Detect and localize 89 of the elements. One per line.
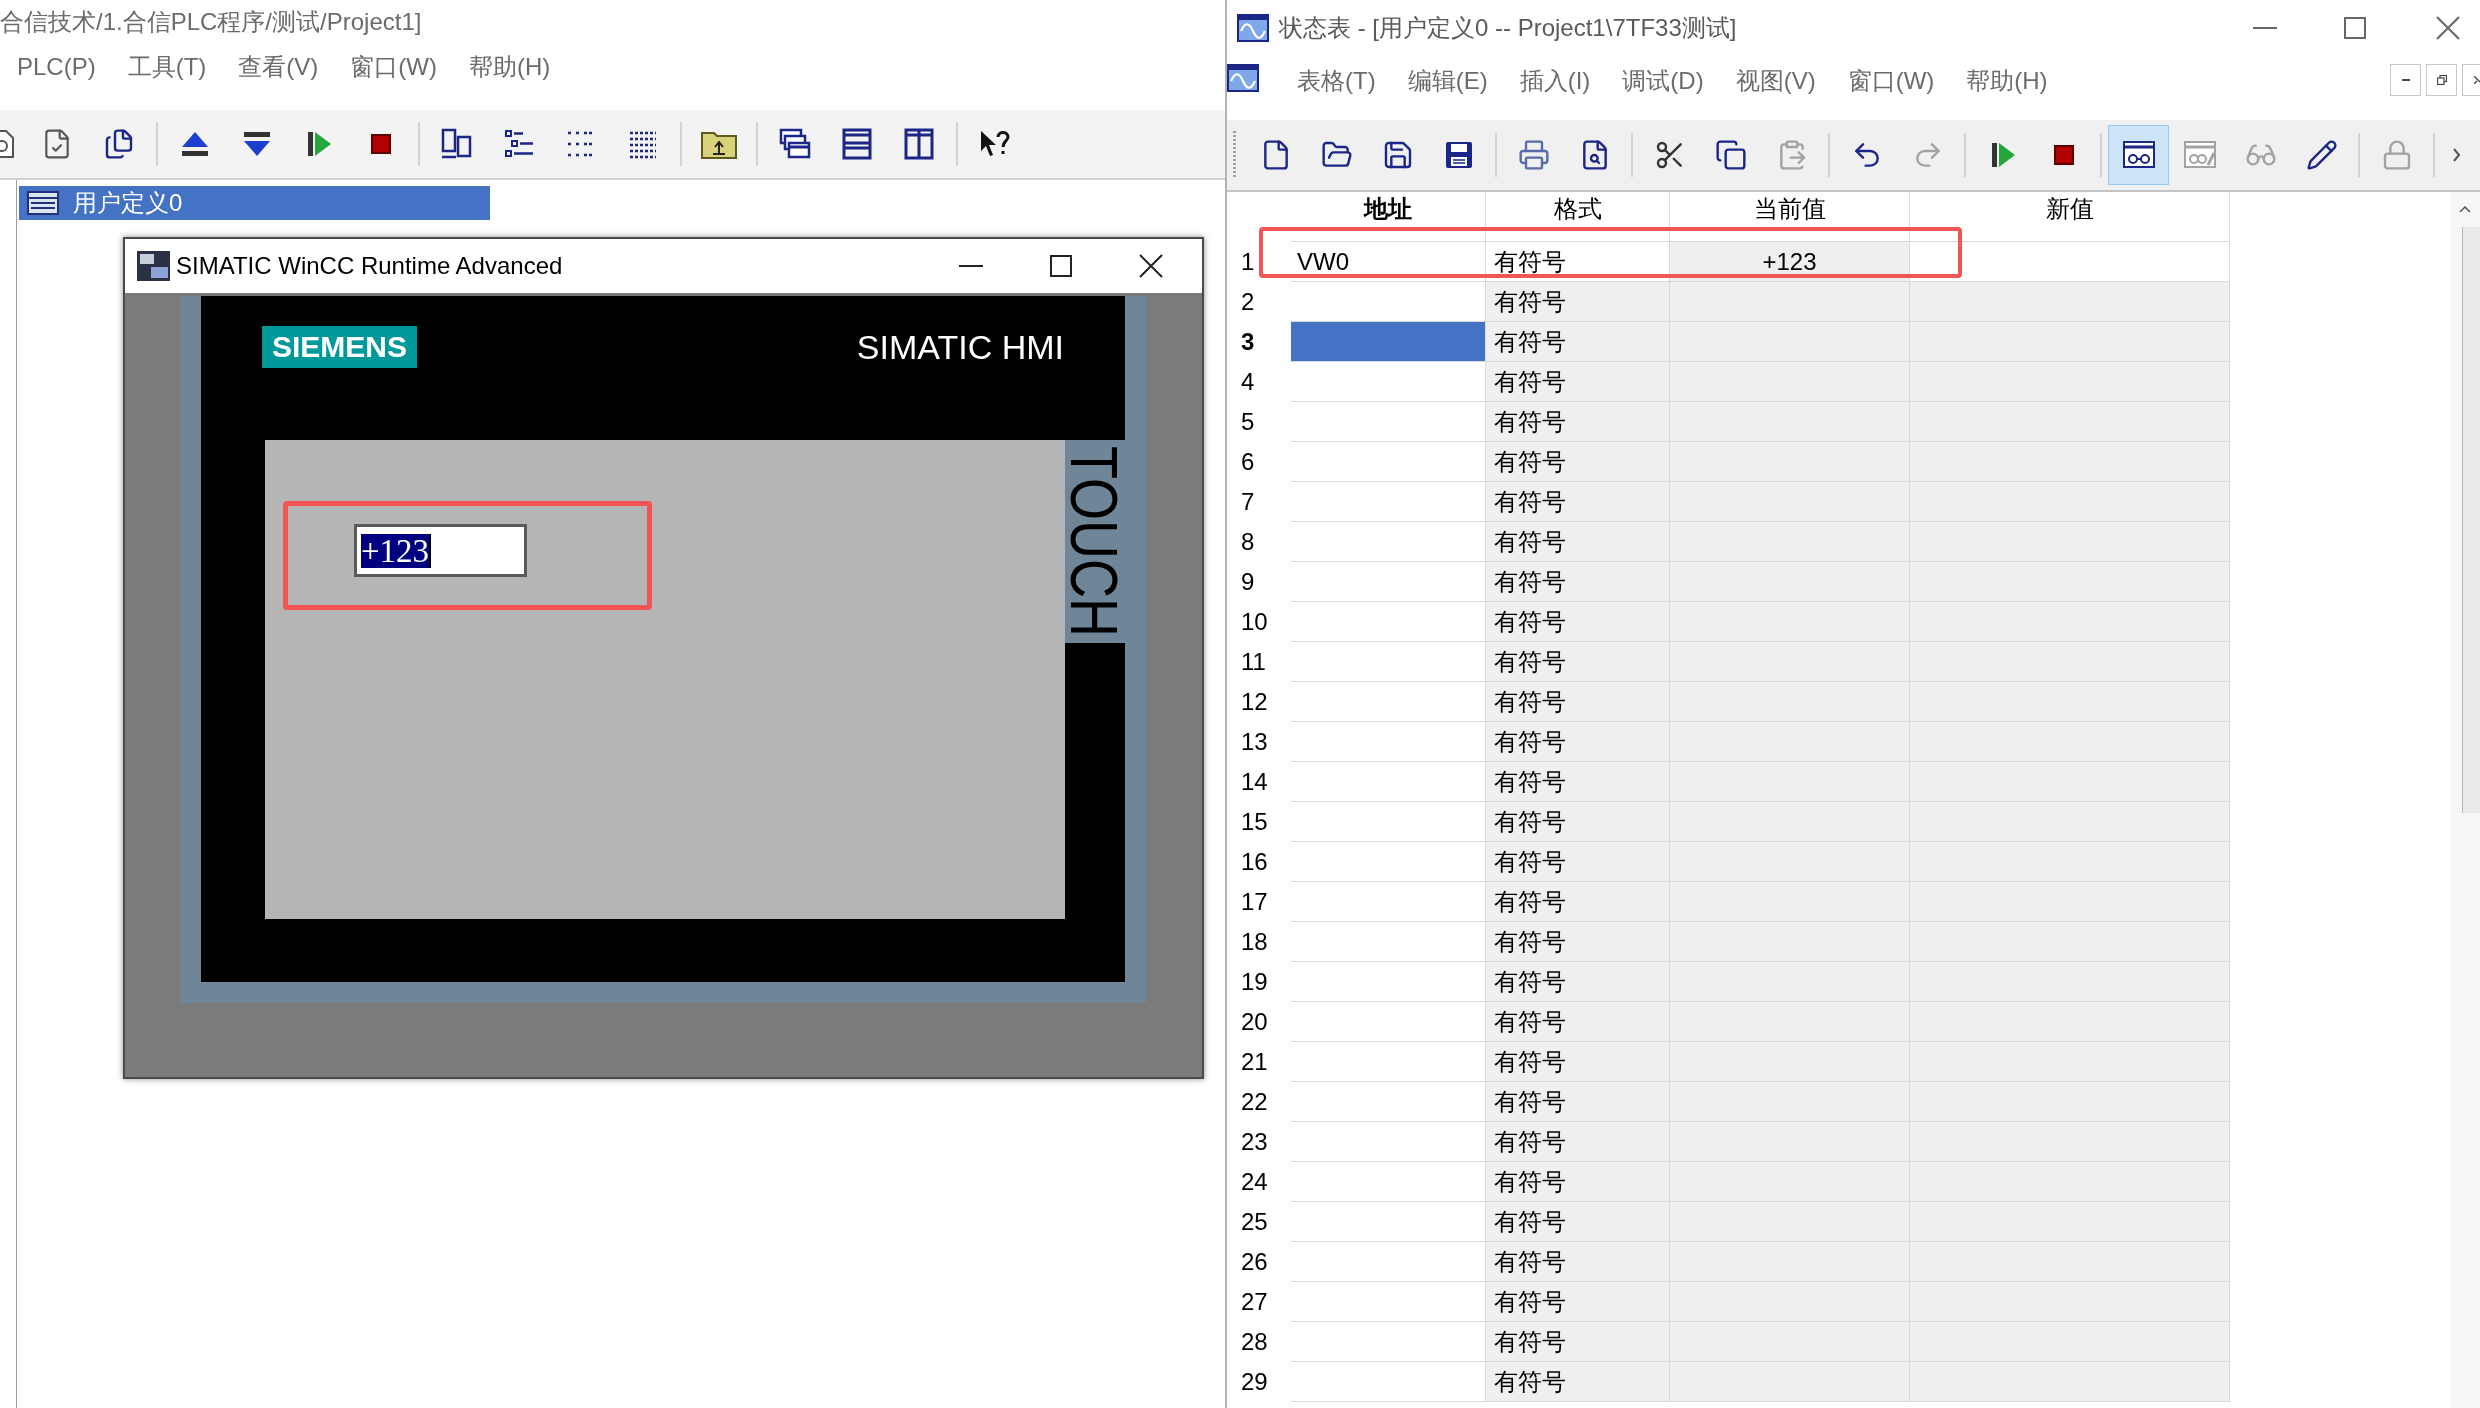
copy-icon: [1714, 139, 1747, 171]
close-icon: [2436, 16, 2460, 40]
field-value: +123: [361, 533, 432, 568]
chart-window-icon: [1237, 14, 1269, 42]
printer-icon: [1517, 139, 1550, 171]
windows-icon: [779, 128, 811, 160]
monitor-glasses-icon: [2122, 139, 2155, 171]
touch-label: TOUCH: [1065, 440, 1125, 643]
row-number: 21: [1240, 1047, 1269, 1077]
row-number: 16: [1240, 847, 1269, 877]
window-title: 合信技术/1.合信PLC程序/测试/Project1]: [0, 8, 422, 36]
restore-icon: [2436, 75, 2447, 85]
row-number: 5: [1240, 407, 1256, 437]
row-number: 23: [1240, 1127, 1269, 1157]
table-icon: [27, 191, 59, 215]
brand-logo: SIEMENS: [262, 326, 418, 368]
restore-button[interactable]: [2426, 64, 2457, 96]
scroll-up-icon: [2459, 206, 2471, 213]
row-number: 11: [1240, 647, 1267, 677]
stop-icon: [2053, 145, 2074, 165]
scrollbar-thumb[interactable]: [2462, 227, 2480, 813]
close-icon: [2474, 76, 2480, 84]
row-number: 1: [1240, 247, 1256, 277]
scrollbar[interactable]: [2450, 192, 2480, 1408]
row-number: 7: [1240, 487, 1256, 517]
row-number: 20: [1240, 1007, 1269, 1037]
input-field[interactable]: +123: [354, 524, 527, 577]
row-number: 6: [1240, 447, 1256, 477]
minimize-icon: [2401, 79, 2410, 81]
row-number: 19: [1240, 967, 1269, 997]
row-number: 26: [1240, 1247, 1269, 1277]
row-number: 3: [1240, 327, 1256, 357]
menu-item[interactable]: 窗口(W): [1831, 67, 1951, 95]
menu-item[interactable]: 帮助(H): [453, 53, 567, 81]
close-icon: [1139, 254, 1163, 278]
list-icon: [503, 128, 535, 160]
chevron-icon: [2453, 148, 2461, 162]
panel-label: SIMATIC HMI: [856, 328, 1064, 366]
menu-item[interactable]: 插入(I): [1503, 67, 1607, 95]
split-rows-icon: [841, 128, 873, 160]
table-cell: +123: [1670, 242, 1910, 282]
menu-item[interactable]: 窗口(W): [334, 53, 453, 81]
row-number: 25: [1240, 1207, 1269, 1237]
row-number: 24: [1240, 1167, 1269, 1197]
monitor-glasses-pencil-icon: [2183, 139, 2216, 171]
row-number: 17: [1240, 887, 1269, 917]
menu-item[interactable]: 查看(V): [222, 53, 335, 81]
stop-icon: [371, 134, 391, 154]
grip-icon: [1233, 131, 1236, 179]
row-number: 9: [1240, 567, 1256, 597]
app-icon: [137, 251, 170, 281]
menu-item[interactable]: 帮助(H): [1950, 67, 2064, 95]
menu-item[interactable]: 表格(T): [1281, 67, 1392, 95]
minimize-button[interactable]: [2390, 64, 2421, 96]
row-number: 12: [1240, 687, 1269, 717]
table-cell[interactable]: [1910, 242, 2230, 282]
window-title: SIMATIC WinCC Runtime Advanced: [176, 252, 563, 280]
row-number: 29: [1240, 1367, 1269, 1397]
toolbar-button[interactable]: [2108, 125, 2169, 185]
row-number: 14: [1240, 767, 1269, 797]
row-number: 13: [1240, 727, 1269, 757]
maximize-icon: [2344, 17, 2366, 39]
row-number: 27: [1240, 1287, 1269, 1317]
tree-item-label: 用户定义0: [73, 189, 183, 217]
row-number: 2: [1240, 287, 1256, 317]
pencil-icon: [2305, 139, 2338, 171]
menu-item[interactable]: 调试(D): [1606, 67, 1720, 95]
row-number: 10: [1240, 607, 1269, 637]
menu-item[interactable]: PLC(P): [1, 53, 112, 81]
minimize-icon: [959, 265, 983, 267]
table-cell[interactable]: 有符号: [1486, 242, 1670, 282]
row-number: 4: [1240, 367, 1256, 397]
row-number: 22: [1240, 1087, 1269, 1117]
row-number: 28: [1240, 1327, 1269, 1357]
row-number: 15: [1240, 807, 1269, 837]
row-number: 8: [1240, 527, 1256, 557]
documents-icon: [103, 128, 135, 160]
tree-item[interactable]: 用户定义0: [19, 186, 490, 220]
row-number: 18: [1240, 927, 1269, 957]
split-columns-icon: [903, 128, 935, 160]
menu-item[interactable]: 视图(V): [1719, 67, 1832, 95]
menu-item[interactable]: 编辑(E): [1391, 67, 1504, 95]
folder-icon: [701, 129, 737, 159]
devices-icon: [441, 128, 473, 160]
menu-item[interactable]: 工具(T): [111, 53, 223, 81]
maximize-icon: [1050, 255, 1072, 277]
window-title: 状态表 - [用户定义0 -- Project1\7TF33测试]: [1279, 14, 1737, 42]
table-cell[interactable]: VW0: [1291, 242, 1486, 282]
minimize-icon: [2253, 27, 2277, 29]
